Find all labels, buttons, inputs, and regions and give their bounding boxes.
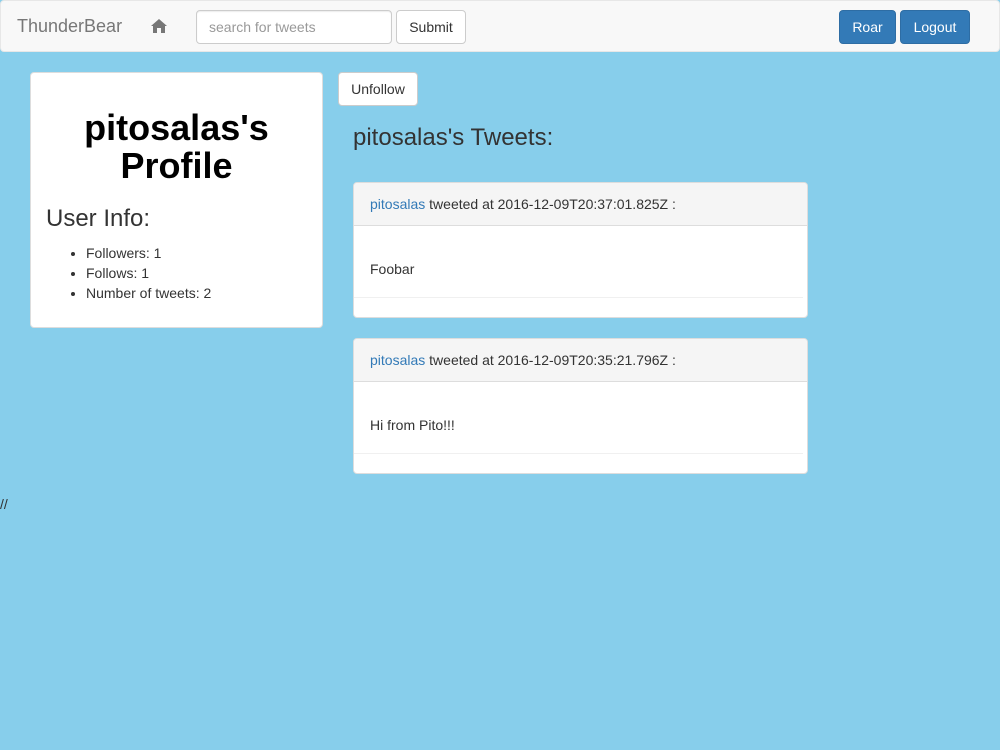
tweets-heading: pitosalas's Tweets:	[353, 124, 554, 151]
tweet-meta: tweeted at 2016-12-09T20:37:01.825Z :	[425, 196, 676, 212]
tweet-meta: tweeted at 2016-12-09T20:35:21.796Z :	[425, 352, 676, 368]
tweet-header: pitosalas tweeted at 2016-12-09T20:35:21…	[354, 339, 807, 382]
submit-button[interactable]: Submit	[396, 10, 466, 44]
followers-count: Followers: 1	[86, 243, 211, 263]
tweet-author-link[interactable]: pitosalas	[370, 352, 425, 368]
tweet-card: pitosalas tweeted at 2016-12-09T20:37:01…	[353, 182, 808, 318]
profile-title: pitosalas's Profile	[31, 109, 322, 185]
tweet-card: pitosalas tweeted at 2016-12-09T20:35:21…	[353, 338, 808, 474]
tweet-author-link[interactable]: pitosalas	[370, 196, 425, 212]
unfollow-button[interactable]: Unfollow	[338, 72, 418, 106]
logout-button[interactable]: Logout	[900, 10, 970, 44]
user-info-list: Followers: 1 Follows: 1 Number of tweets…	[46, 243, 211, 303]
search-input[interactable]	[196, 10, 392, 44]
tweet-text: Hi from Pito!!!	[370, 417, 455, 433]
user-info-heading: User Info:	[46, 205, 151, 232]
top-navbar: ThunderBear Submit Roar Logout	[0, 0, 1000, 52]
tweet-count: Number of tweets: 2	[86, 283, 211, 303]
roar-button[interactable]: Roar	[839, 10, 896, 44]
home-icon[interactable]	[149, 16, 169, 36]
tweet-body: Foobar	[354, 226, 803, 298]
follows-count: Follows: 1	[86, 263, 211, 283]
profile-title-line1: pitosalas's	[84, 107, 269, 148]
brand-link[interactable]: ThunderBear	[17, 16, 122, 36]
profile-panel: pitosalas's Profile User Info: Followers…	[30, 72, 323, 328]
tweet-header: pitosalas tweeted at 2016-12-09T20:37:01…	[354, 183, 807, 226]
tweet-text: Foobar	[370, 261, 415, 277]
stray-comment-text: //	[0, 496, 8, 512]
tweet-body: Hi from Pito!!!	[354, 382, 803, 454]
profile-title-line2: Profile	[120, 145, 233, 186]
